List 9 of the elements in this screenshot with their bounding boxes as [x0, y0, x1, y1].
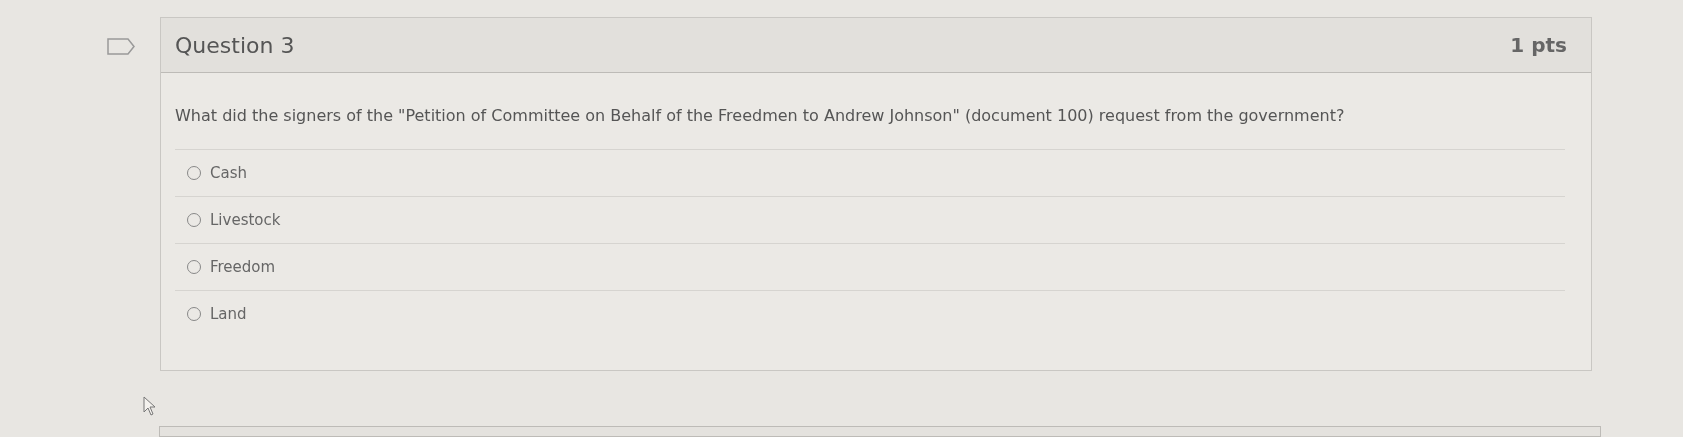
answer-label[interactable]: Livestock: [210, 211, 281, 229]
question-title: Question 3: [175, 32, 295, 58]
question-text: What did the signers of the "Petition of Committee on Behalf of the Freedmen to Andrew Johnson" (document 100) request from the government?: [175, 106, 1346, 125]
answer-label[interactable]: Freedom: [210, 258, 276, 276]
bookmark-icon[interactable]: [107, 38, 135, 55]
points-label: 1 pts: [1510, 33, 1567, 57]
cursor-icon: [143, 396, 157, 416]
answer-label[interactable]: Cash: [210, 164, 247, 182]
answer-label[interactable]: Land: [210, 305, 247, 323]
